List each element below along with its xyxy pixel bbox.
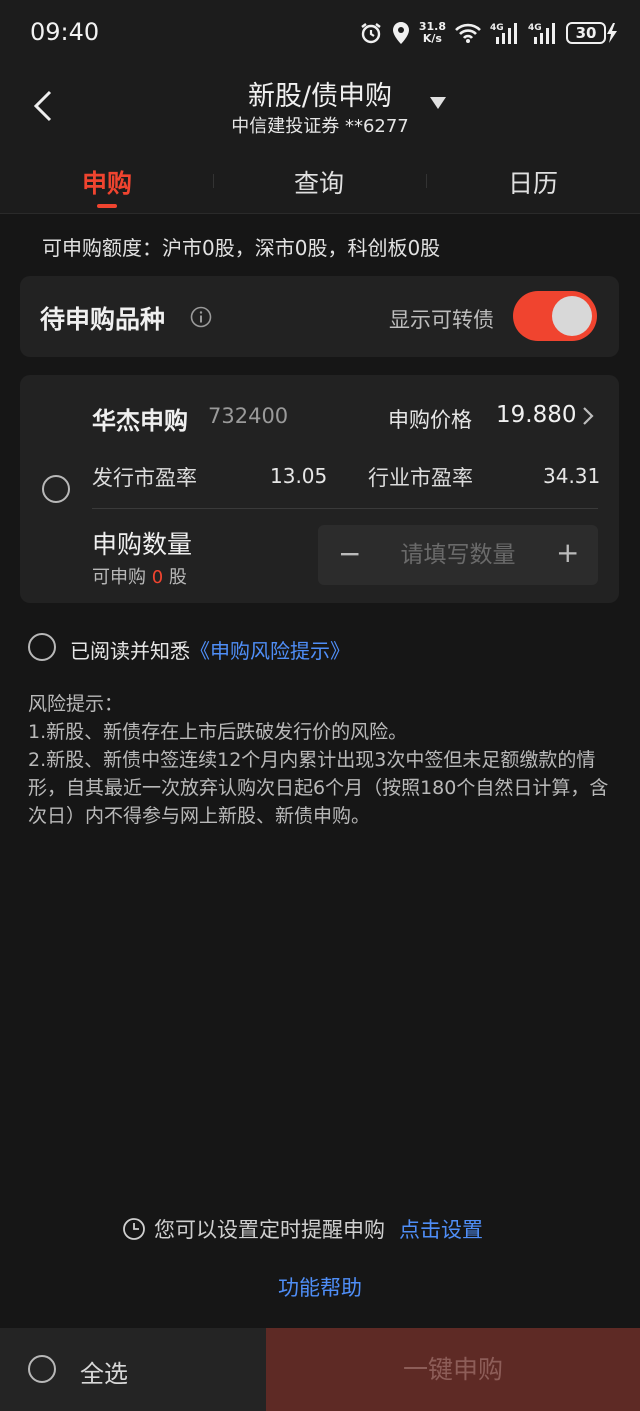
info-icon[interactable] [190,306,212,328]
one-click-subscribe-button[interactable]: 一键申购 [266,1328,640,1411]
location-icon [392,22,409,44]
wifi-icon [455,23,481,43]
industry-pe-label: 行业市盈率 [368,466,473,490]
decrement-button[interactable]: − [338,537,361,570]
battery-indicator: 30 [566,22,618,44]
battery-level: 30 [566,22,606,44]
signal-4g-icon: 4G [490,23,517,44]
alarm-icon [361,23,381,44]
status-icons: 31.8 K/s 4G 4G 30 [359,16,618,50]
issue-pe-value: 13.05 [270,464,328,488]
tab-subscribe[interactable]: 申购 [47,164,167,200]
account-label[interactable]: 中信建投证券 **6277 [0,112,640,138]
risk-title: 风险提示： [28,693,124,715]
tab-divider [213,174,214,188]
industry-pe-value: 34.31 [543,464,601,488]
svg-text:4G: 4G [490,23,504,33]
quantity-label: 申购数量 [92,530,193,559]
agree-radio[interactable] [28,633,56,661]
agree-text: 已阅读并知悉《申购风险提示》 [70,639,350,663]
status-bar: 09:40 31.8 K/s 4G 4G 30 [0,0,640,66]
signal-4g-icon-2: 4G [528,23,555,44]
risk-line-1: 1.新股、新债存在上市后跌破发行价的风险。 [28,721,408,743]
tab-bar: 申购 查询 日历 [0,146,640,214]
risk-notice-link[interactable]: 《申购风险提示》 [190,639,350,663]
clock-icon [123,1218,145,1240]
reminder-text: 您可以设置定时提醒申购 [154,1218,385,1242]
account-number: **6277 [344,116,409,137]
show-convertible-toggle[interactable] [513,291,597,341]
issue-pe-label: 发行市盈率 [92,466,197,490]
stock-card: 华杰申购 732400 申购价格 19.880 发行市盈率 13.05 行业市盈… [20,375,619,603]
increment-button[interactable]: + [556,536,579,569]
nav-bar: 新股/债申购 中信建投证券 **6277 [0,66,640,146]
tab-query[interactable]: 查询 [259,164,379,200]
subscription-quota: 可申购额度：沪市0股，深市0股，科创板0股 [42,236,441,260]
stock-name: 华杰申购 [92,407,188,435]
charging-icon [607,23,617,43]
risk-line-2: 2.新股、新债中签连续12个月内累计出现3次中签但未足额缴款的情形，自其最近一次… [28,749,609,827]
stock-code: 732400 [208,404,289,428]
status-time: 09:40 [30,18,100,46]
toggle-knob [552,296,592,336]
network-speed: 31.8 K/s [418,20,446,45]
tab-calendar[interactable]: 日历 [473,164,593,200]
available-count: 0 [151,567,164,588]
bottom-bar: 全选 一键申购 [0,1328,640,1411]
pending-header-card: 待申购品种 显示可转债 [20,276,619,357]
help-link[interactable]: 功能帮助 [0,1272,640,1302]
quantity-stepper: − + [318,525,598,585]
stock-select-radio[interactable] [42,475,70,503]
page-title: 新股/债申购 [247,81,393,112]
quantity-input[interactable] [380,525,536,585]
chevron-right-icon[interactable] [582,406,594,426]
caret-down-icon[interactable] [429,96,447,110]
reminder-row: 您可以设置定时提醒申购 点击设置 [122,1214,483,1244]
reminder-settings-link[interactable]: 点击设置 [399,1214,483,1244]
pending-title: 待申购品种 [40,305,166,334]
broker-name: 中信建投证券 [231,116,340,137]
tab-divider [426,174,427,188]
risk-notice: 风险提示： 1.新股、新债存在上市后跌破发行价的风险。 2.新股、新债中签连续1… [28,690,618,830]
tab-active-indicator [97,204,117,208]
price-label: 申购价格 [388,408,472,432]
show-convertible-label: 显示可转债 [389,308,494,332]
select-all-radio[interactable] [28,1355,56,1383]
svg-text:4G: 4G [528,23,542,33]
card-divider [92,508,598,509]
available-quantity: 可申购 0 股 [92,567,187,588]
price-value: 19.880 [496,402,577,428]
select-all-label[interactable]: 全选 [80,1354,128,1389]
